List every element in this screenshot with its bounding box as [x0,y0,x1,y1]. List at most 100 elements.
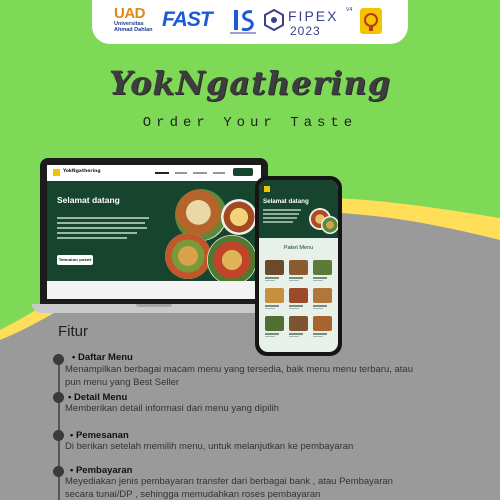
menu-tile-caption [289,305,303,307]
laptop-screen-bezel: YokNgathering Selamat datang Temukan pak… [40,158,268,304]
food-plate-image [207,235,257,281]
menu-tile-image [313,288,332,303]
app-hero: Selamat datang [259,180,338,238]
menu-tile-image [289,288,308,303]
app-menu-title: Paket Menu [283,245,314,251]
food-plate-image [165,233,211,279]
website-nav-link [175,172,187,174]
timeline-dot [53,430,64,441]
app-logo-icon [264,186,270,192]
timeline-dot [53,466,64,477]
website-logo-icon [53,169,60,176]
menu-tile-caption [289,307,299,309]
menu-tile-caption [265,307,275,309]
brand-title: YokNgathering [109,64,391,102]
menu-tile [313,260,332,284]
feature-desc-pemesanan: Di berikan setelah memilih menu, untuk m… [65,441,354,452]
laptop-website-screenshot: YokNgathering Selamat datang Temukan pak… [47,165,261,299]
timeline-dot [53,354,64,365]
app-hero-text-line [263,221,293,223]
food-plate-image [321,216,338,234]
is-logo [230,10,256,34]
seal-emblem-icon [364,13,378,31]
website-content-strip [47,281,261,299]
menu-tile-caption [289,335,299,337]
timeline-dot [53,392,64,403]
menu-tile-image [289,260,308,275]
menu-tile [313,316,332,340]
website-hero-heading: Selamat datang [57,195,120,205]
website-cta-button: Temukan paket [57,255,93,265]
feature-title-daftar-menu: • Daftar Menu [72,352,133,363]
menu-tile [289,316,308,340]
laptop-mockup: YokNgathering Selamat datang Temukan pak… [32,158,276,318]
menu-tile-caption [313,335,323,337]
brand-subtitle: Order Your Taste [142,115,358,131]
menu-tile-caption [265,305,279,307]
website-hero-text-line [57,237,127,239]
app-hero-text-line [263,209,301,211]
feature-desc-daftar-menu: Menampilkan berbagai macam menu yang ter… [65,364,413,388]
phone-app-screenshot: Selamat datang Paket Menu [259,180,338,352]
feature-title-pembayaran: • Pembayaran [70,465,133,476]
fitur-title: Fitur [58,323,88,340]
app-hero-text-line [263,217,297,219]
menu-tile [265,288,284,312]
website-hero-text-line [57,227,147,229]
menu-tile [289,260,308,284]
menu-tile-caption [289,277,303,279]
menu-tile [265,260,284,284]
menu-tile-caption [289,333,303,335]
laptop-notch [136,304,172,307]
website-hero: Selamat datang Temukan paket [47,181,261,281]
menu-tile-image [313,316,332,331]
menu-tile-caption [265,279,275,281]
uad-logo: UAD Universitas Ahmad Dahlan [114,6,158,36]
feature-title-detail-menu: • Detail Menu [68,392,128,403]
menu-tile-image [313,260,332,275]
feature-title-pemesanan: • Pemesanan [70,430,129,441]
menu-tile-caption [313,307,323,309]
menu-tile-caption [313,277,327,279]
fipex-logo-sup: V4 [346,7,353,13]
feature-desc-detail-menu: Memberikan detail informasi dari menu ya… [65,403,279,414]
fipex-logo-text: FIPEX [288,8,339,24]
app-hero-text-line [263,213,299,215]
fast-logo: FAST [162,8,213,31]
website-nav-button [233,168,253,176]
phone-mockup: Selamat datang Paket Menu [255,176,342,356]
fipex-hex-icon [264,9,284,31]
menu-tile-caption [265,333,279,335]
menu-tile-caption [313,333,327,335]
seal-logo [360,8,382,34]
app-hero-heading: Selamat datang [263,198,309,205]
menu-tile-caption [313,279,323,281]
website-navbar: YokNgathering [47,165,261,181]
uad-logo-text: UAD [114,5,146,22]
uad-logo-line-2: Ahmad Dahlan [114,27,153,33]
fipex-logo-year: 2023 [290,24,321,38]
menu-tile-image [265,316,284,331]
menu-tile-caption [265,277,279,279]
website-hero-text-line [57,217,149,219]
sponsor-logo-bar: UAD Universitas Ahmad Dahlan FAST FIPEX … [92,0,408,44]
menu-tile-image [265,288,284,303]
fipex-logo: FIPEX V4 2023 [264,5,354,39]
menu-tile-image [265,260,284,275]
menu-tile [289,288,308,312]
feature-desc-pembayaran: Meyediakan jenis pembayaran transfer dar… [65,476,393,500]
menu-tile-caption [265,335,275,337]
poster: UAD Universitas Ahmad Dahlan FAST FIPEX … [0,0,500,500]
menu-tile-image [289,316,308,331]
menu-tile [313,288,332,312]
website-nav-brand: YokNgathering [63,169,101,174]
website-hero-text-line [57,222,145,224]
menu-tile-caption [289,279,299,281]
menu-tile [265,316,284,340]
menu-tile-caption [313,305,327,307]
website-nav-link [213,172,225,174]
food-plate-image [221,199,257,235]
website-nav-link [193,172,207,174]
website-nav-link [155,172,169,174]
website-hero-text-line [57,232,137,234]
